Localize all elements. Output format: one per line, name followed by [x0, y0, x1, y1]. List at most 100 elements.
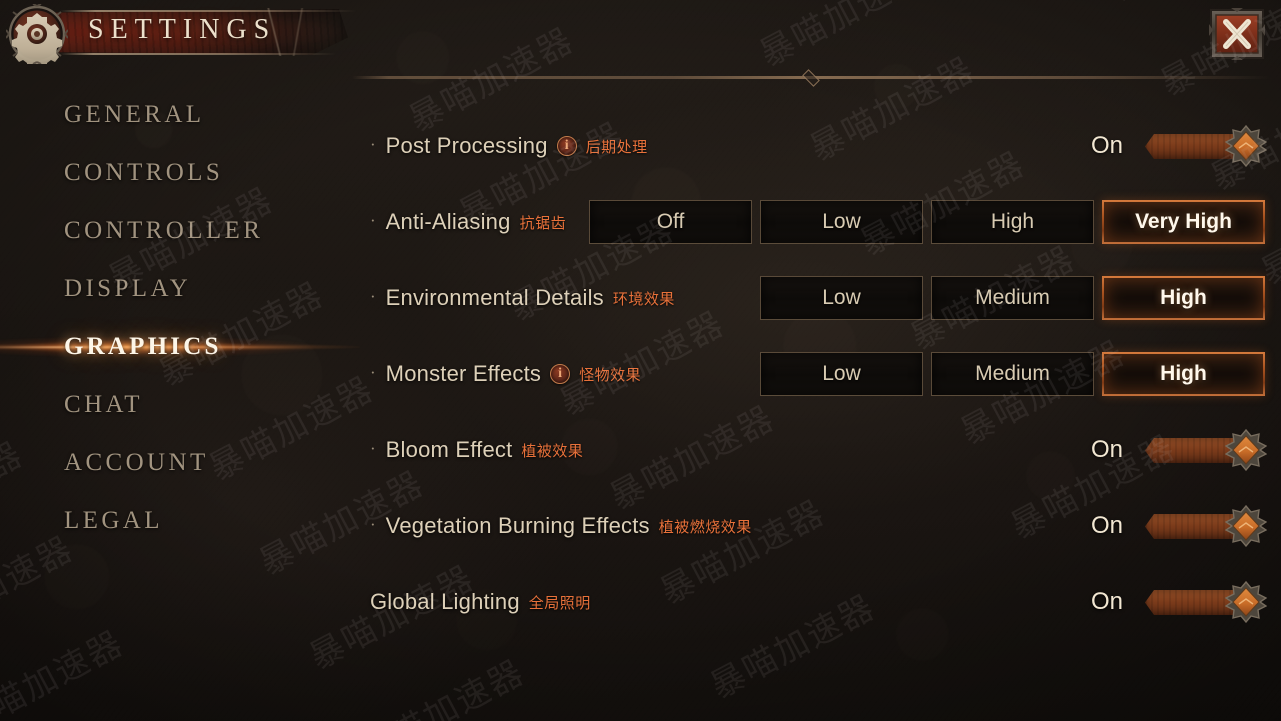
toggle-knob[interactable]: [1225, 581, 1267, 623]
setting-label: Monster Effects: [385, 361, 542, 386]
setting-control-area: On: [1089, 125, 1267, 167]
toggle-state-label: On: [1090, 588, 1123, 615]
setting-label: Anti-Aliasing: [385, 209, 511, 234]
setting-bullet: ·: [370, 362, 376, 382]
sidebar-item-label: DISPLAY: [64, 275, 192, 302]
setting-bullet: ·: [370, 438, 376, 458]
toggle-knob[interactable]: [1225, 429, 1267, 471]
option-button[interactable]: Low: [760, 200, 923, 244]
setting-row: · Environmental Details 环境效果 Low Medium High: [370, 260, 1265, 336]
toggle-control[interactable]: On: [1089, 429, 1267, 471]
setting-control-area: On: [1089, 581, 1267, 623]
option-button[interactable]: Low: [760, 276, 923, 320]
sidebar-item-label: GENERAL: [64, 101, 205, 128]
setting-label-group: · Environmental Details 环境效果: [370, 285, 675, 311]
segmented-control: Low Medium High: [760, 276, 1265, 320]
option-button[interactable]: Very High: [1102, 200, 1265, 244]
setting-label: Bloom Effect: [385, 437, 513, 462]
toggle-switch[interactable]: [1145, 581, 1267, 623]
setting-label-translated: 后期处理: [585, 137, 648, 156]
toggle-knob[interactable]: [1225, 125, 1267, 167]
setting-label-group: · Anti-Aliasing 抗锯齿: [370, 209, 566, 235]
toggle-state-label: On: [1090, 436, 1123, 463]
setting-row: · Post Processing i 后期处理 On: [370, 108, 1267, 184]
sidebar-item-display[interactable]: DISPLAY: [0, 260, 356, 318]
sidebar-item-label: ACCOUNT: [64, 449, 209, 476]
setting-label-translated: 植被燃烧效果: [658, 517, 752, 536]
toggle-switch[interactable]: [1145, 429, 1267, 471]
setting-bullet: ·: [370, 286, 376, 306]
settings-sidebar: GENERAL CONTROLS CONTROLLER DISPLAY GRAPHICS…: [0, 86, 360, 606]
option-button[interactable]: Low: [760, 352, 923, 396]
setting-control-area: Low Medium High: [760, 352, 1265, 396]
toggle-control[interactable]: On: [1089, 581, 1267, 623]
option-button[interactable]: High: [1102, 276, 1265, 320]
sidebar-item-label: LEGAL: [64, 507, 163, 534]
setting-label: Vegetation Burning Effects: [385, 513, 650, 538]
segmented-control: Off Low High Very High: [589, 200, 1265, 244]
setting-row: · Vegetation Burning Effects 植被燃烧效果 On: [370, 488, 1267, 564]
sidebar-item-account[interactable]: ACCOUNT: [0, 434, 356, 492]
sidebar-item-label: CONTROLS: [64, 159, 224, 186]
sidebar-item-label: CHAT: [64, 391, 143, 418]
watermark-text: 暴喵加速器: [353, 652, 532, 721]
watermark-text: 暴喵加速器: [0, 623, 131, 721]
content-divider: [352, 68, 1270, 87]
window-header: SETTINGS: [0, 0, 1281, 66]
setting-label-translated: 抗锯齿: [519, 213, 567, 232]
setting-row: · Bloom Effect 植被效果 On: [370, 412, 1267, 488]
setting-label-group: · Monster Effects i 怪物效果: [370, 361, 641, 387]
setting-control-area: Off Low High Very High: [589, 200, 1265, 244]
info-glyph: i: [564, 138, 569, 153]
close-button[interactable]: [1209, 8, 1265, 60]
setting-label-translated: 环境效果: [612, 289, 675, 308]
option-button[interactable]: Medium: [931, 352, 1094, 396]
sidebar-item-legal[interactable]: LEGAL: [0, 492, 356, 550]
info-icon[interactable]: i: [550, 364, 571, 384]
setting-control-area: Low Medium High: [760, 276, 1265, 320]
sidebar-item-controller[interactable]: CONTROLLER: [0, 202, 356, 260]
info-icon[interactable]: i: [556, 136, 577, 156]
option-button[interactable]: Medium: [931, 276, 1094, 320]
setting-label-translated: 全局照明: [528, 593, 591, 612]
setting-row: Global Lighting 全局照明 On: [370, 564, 1267, 640]
toggle-switch[interactable]: [1145, 505, 1267, 547]
setting-row: · Anti-Aliasing 抗锯齿 Off Low High Very High: [370, 184, 1265, 260]
setting-control-area: On: [1089, 505, 1267, 547]
setting-control-area: On: [1089, 429, 1267, 471]
setting-label-group: · Post Processing i 后期处理: [370, 133, 648, 159]
sidebar-item-label: GRAPHICS: [64, 333, 222, 360]
toggle-knob[interactable]: [1225, 505, 1267, 547]
toggle-state-label: On: [1090, 132, 1123, 159]
settings-window: SETTINGS GENERAL CONTROLS CONTROLLER DIS…: [0, 0, 1281, 721]
toggle-switch[interactable]: [1145, 125, 1267, 167]
setting-bullet: ·: [370, 210, 376, 230]
page-title: SETTINGS: [88, 14, 277, 45]
toggle-control[interactable]: On: [1089, 505, 1267, 547]
setting-bullet: ·: [370, 514, 376, 534]
sidebar-item-graphics[interactable]: GRAPHICS: [0, 318, 360, 376]
info-glyph: i: [558, 366, 563, 381]
option-button[interactable]: High: [1102, 352, 1265, 396]
setting-label-group: · Vegetation Burning Effects 植被燃烧效果: [370, 513, 752, 539]
settings-list: · Post Processing i 后期处理 On · Anti-Aliasing 抗锯齿…: [370, 108, 1267, 640]
setting-bullet: ·: [370, 134, 376, 154]
setting-label-translated: 植被效果: [521, 441, 584, 460]
segmented-control: Low Medium High: [760, 352, 1265, 396]
setting-row: · Monster Effects i 怪物效果 Low Medium High: [370, 336, 1265, 412]
setting-label: Global Lighting: [370, 589, 520, 614]
sidebar-item-chat[interactable]: CHAT: [0, 376, 356, 434]
sidebar-item-general[interactable]: GENERAL: [0, 86, 356, 144]
setting-label: Environmental Details: [385, 285, 604, 310]
setting-label-group: · Bloom Effect 植被效果: [370, 437, 583, 463]
setting-label: Post Processing: [385, 133, 548, 158]
watermark-text: 暴喵加速器: [0, 711, 181, 721]
setting-label-group: Global Lighting 全局照明: [370, 589, 591, 615]
gear-medallion-icon: [6, 4, 68, 64]
toggle-control[interactable]: On: [1089, 125, 1267, 167]
option-button[interactable]: High: [931, 200, 1094, 244]
sidebar-item-controls[interactable]: CONTROLS: [0, 144, 356, 202]
setting-label-translated: 怪物效果: [579, 365, 642, 384]
option-button[interactable]: Off: [589, 200, 752, 244]
divider-ornament: [802, 68, 820, 87]
